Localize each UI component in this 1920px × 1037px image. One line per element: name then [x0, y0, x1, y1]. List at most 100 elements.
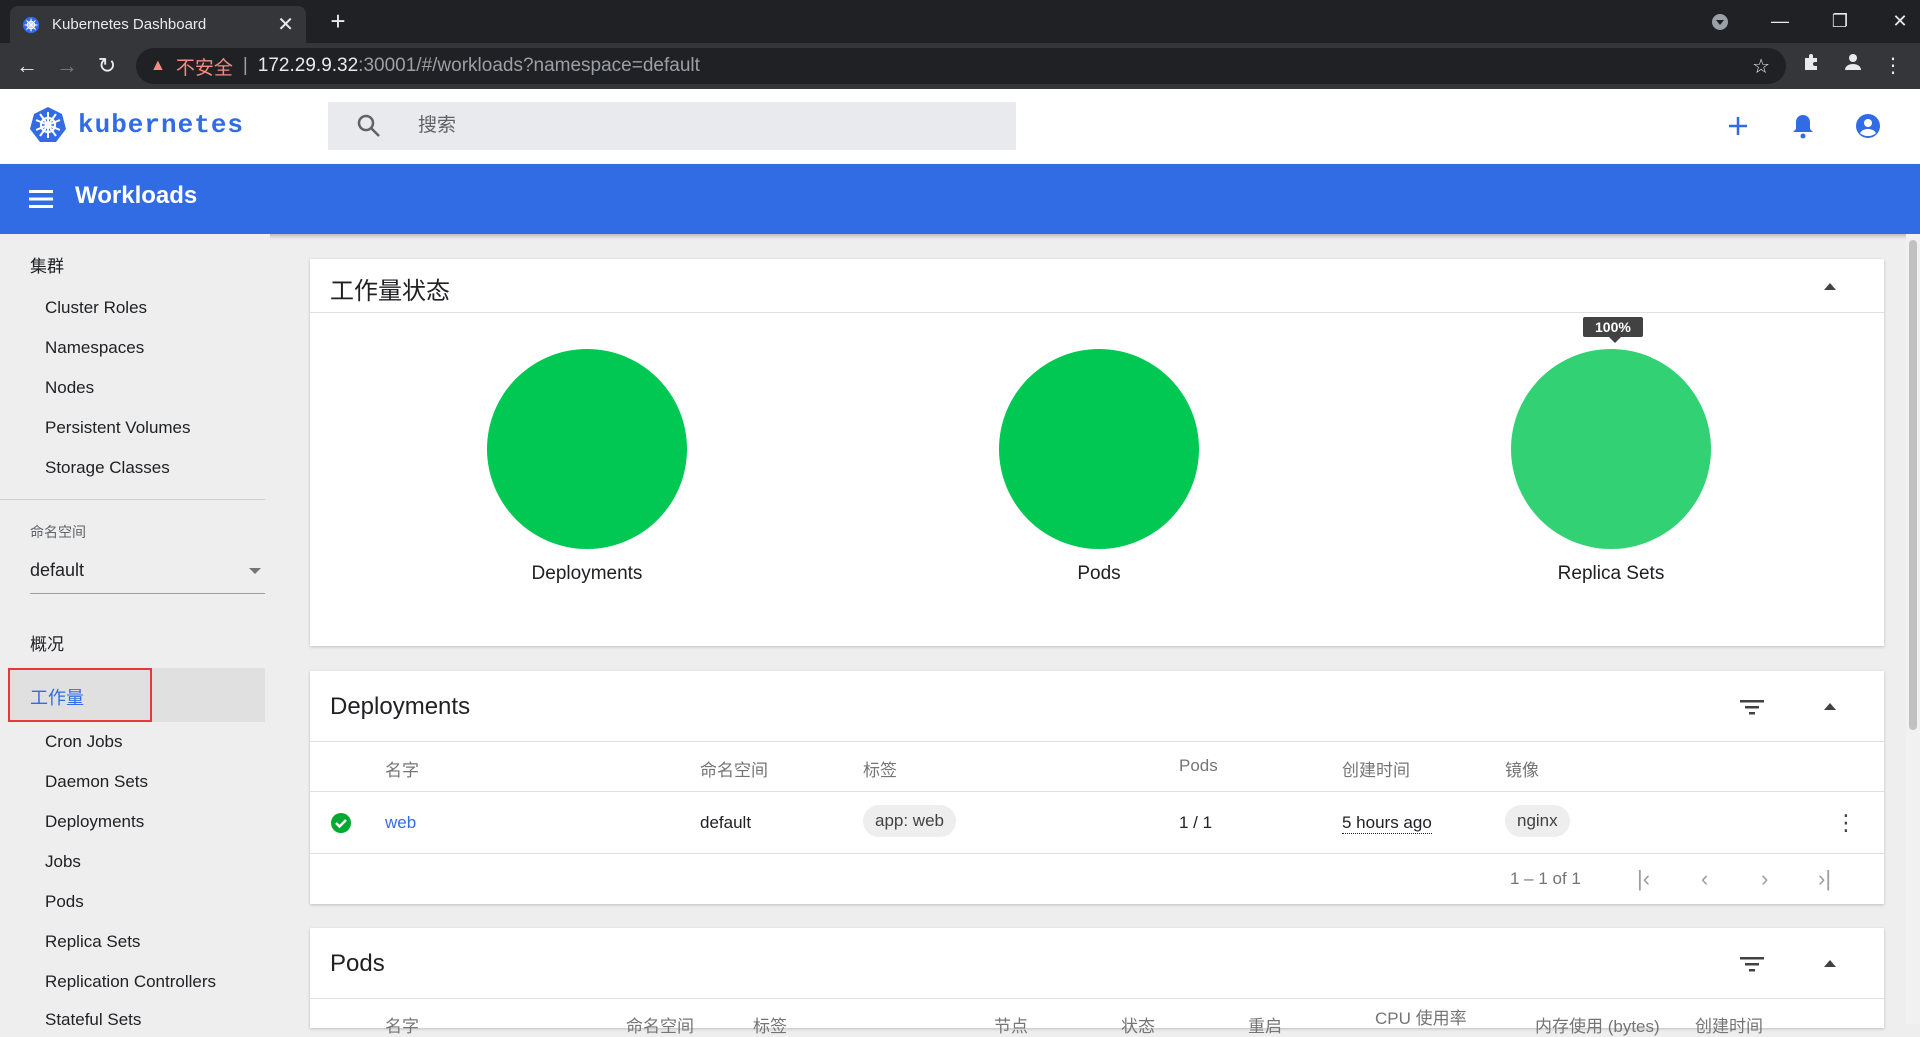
restore-icon[interactable]: ❐ [1810, 0, 1870, 43]
column-header-restarts: 重启 [1248, 1017, 1282, 1036]
browser-menu-icon[interactable]: ⋮ [1878, 51, 1908, 81]
profile-menu-icon[interactable] [1690, 0, 1750, 43]
column-header-labels: 标签 [753, 1017, 787, 1036]
brand-name: kubernetes [78, 110, 245, 140]
image-chip: nginx [1505, 805, 1570, 837]
row-actions-kebab-icon[interactable]: ⋮ [1835, 810, 1857, 836]
sidebar-item-persistent-volumes[interactable]: Persistent Volumes [45, 418, 191, 438]
namespace-value: default [30, 560, 85, 580]
account-icon[interactable] [1838, 51, 1868, 81]
forward-icon[interactable]: → [52, 51, 82, 81]
url-separator: | [242, 55, 248, 76]
address-bar[interactable]: ▲ 不安全 | 172.29.9.32 :30001/#/workloads?n… [136, 48, 1786, 84]
sidebar-item-workloads[interactable]: 工作量 [8, 668, 265, 722]
collapse-caret-icon[interactable] [1824, 283, 1836, 290]
namespace-select[interactable]: default [30, 560, 265, 594]
column-header-name[interactable]: 名字 [385, 1012, 419, 1037]
table-divider [310, 853, 1884, 854]
search-icon [357, 114, 380, 137]
sidebar-nav: 集群 Cluster Roles Namespaces Nodes Persis… [0, 234, 270, 1029]
search-input[interactable] [418, 115, 978, 137]
collapse-caret-icon[interactable] [1824, 960, 1836, 967]
warning-icon: ▲ [150, 57, 166, 74]
card-title: Pods [330, 950, 385, 977]
back-icon[interactable]: ← [12, 51, 42, 81]
sidebar-item-pods[interactable]: Pods [45, 892, 84, 912]
sidebar-item-daemon-sets[interactable]: Daemon Sets [45, 772, 148, 792]
sidebar-item-jobs[interactable]: Jobs [45, 852, 81, 872]
new-tab-icon[interactable]: + [323, 6, 353, 36]
deployment-created: 5 hours ago [1342, 813, 1432, 834]
sidebar-item-nodes[interactable]: Nodes [45, 378, 94, 398]
sidebar-item-cluster-roles[interactable]: Cluster Roles [45, 298, 147, 318]
card-header: Deployments [310, 671, 1884, 742]
column-header-created[interactable]: 创建时间 [1695, 1012, 1763, 1037]
tab-title: Kubernetes Dashboard [52, 16, 207, 33]
sidebar-heading-overview: 概况 [30, 635, 64, 654]
first-page-icon[interactable]: |‹ [1637, 866, 1650, 892]
sidebar-item-namespaces[interactable]: Namespaces [45, 338, 144, 358]
previous-page-icon[interactable]: ‹ [1701, 866, 1708, 892]
bookmark-star-icon[interactable]: ☆ [1752, 54, 1770, 79]
kubernetes-favicon-icon [22, 16, 40, 33]
create-plus-icon[interactable] [1720, 108, 1756, 144]
collapse-caret-icon[interactable] [1824, 703, 1836, 710]
url-host: 172.29.9.32 [257, 55, 359, 76]
pods-card: Pods 名字 命名空间 标签 节点 状态 重启 CPU 使用率 内存使用 (b… [310, 928, 1884, 1036]
replica-sets-pie[interactable] [1511, 349, 1711, 549]
column-header-namespace: 命名空间 [700, 761, 768, 780]
status-chart-deployments: Deployments [487, 349, 687, 584]
url-path: :30001/#/workloads?namespace=default [358, 55, 700, 76]
sidebar-item-replication-controllers[interactable]: Replication Controllers [45, 972, 216, 992]
browser-tab[interactable]: Kubernetes Dashboard ✕ [10, 6, 306, 43]
browser-toolbar: ← → ↻ ▲ 不安全 | 172.29.9.32 :30001/#/workl… [0, 43, 1920, 89]
filter-icon[interactable] [1740, 697, 1764, 717]
column-header-memory: 内存使用 (bytes) [1535, 1017, 1660, 1036]
app-header: kubernetes [0, 89, 1920, 164]
next-page-icon[interactable]: › [1761, 866, 1768, 892]
namespace-label: 命名空间 [30, 524, 86, 540]
workloads-toolbar: Workloads [0, 164, 1920, 234]
page-scrollbar[interactable] [1906, 234, 1920, 1024]
sidebar-item-storage-classes[interactable]: Storage Classes [45, 458, 170, 478]
sidebar-item-cron-jobs[interactable]: Cron Jobs [45, 732, 122, 752]
pie-label: Replica Sets [1557, 563, 1665, 584]
kubernetes-logo[interactable]: kubernetes [28, 105, 244, 145]
page-title: Workloads [75, 182, 198, 209]
deployment-name-link[interactable]: web [385, 813, 416, 833]
extensions-icon[interactable] [1797, 51, 1827, 81]
close-window-icon[interactable]: ✕ [1870, 0, 1920, 43]
table-divider [310, 791, 1884, 792]
pie-label: Deployments [531, 563, 643, 584]
column-header-name[interactable]: 名字 [385, 756, 419, 781]
sidebar-divider [0, 499, 265, 500]
column-header-pods: Pods [1179, 756, 1218, 775]
pods-pie[interactable] [999, 349, 1199, 549]
column-header-cpu: CPU 使用率 [1375, 1009, 1467, 1028]
deployments-card: Deployments 名字 命名空间 标签 Pods 创建时间 镜像 web … [310, 671, 1884, 904]
label-chip: app: web [863, 805, 956, 837]
filter-icon[interactable] [1740, 954, 1764, 974]
browser-tab-bar: Kubernetes Dashboard ✕ + — ❐ ✕ [0, 0, 1920, 43]
deployments-pie[interactable] [487, 349, 687, 549]
column-header-created[interactable]: 创建时间 [1342, 756, 1410, 781]
user-account-icon[interactable] [1850, 108, 1886, 144]
sidebar-item-replica-sets[interactable]: Replica Sets [45, 932, 140, 952]
last-page-icon[interactable]: ›| [1818, 866, 1831, 892]
status-chart-replica-sets: 100% Replica Sets [1511, 317, 1711, 584]
reload-icon[interactable]: ↻ [92, 51, 122, 81]
sidebar-item-deployments[interactable]: Deployments [45, 812, 144, 832]
pie-label: Pods [1077, 563, 1121, 584]
scrollbar-thumb[interactable] [1909, 240, 1917, 730]
minimize-icon[interactable]: — [1750, 0, 1810, 43]
card-title: Deployments [330, 693, 471, 720]
kubernetes-wheel-icon [30, 107, 66, 142]
menu-hamburger-icon[interactable] [28, 186, 54, 212]
sidebar-item-stateful-sets[interactable]: Stateful Sets [45, 1010, 141, 1030]
close-tab-icon[interactable]: ✕ [277, 12, 294, 37]
notifications-bell-icon[interactable] [1785, 108, 1821, 144]
pie-tooltip: 100% [1583, 317, 1643, 343]
search-box[interactable] [328, 102, 1016, 150]
deployment-namespace: default [700, 813, 752, 832]
pagination-range: 1 – 1 of 1 [1510, 869, 1581, 888]
